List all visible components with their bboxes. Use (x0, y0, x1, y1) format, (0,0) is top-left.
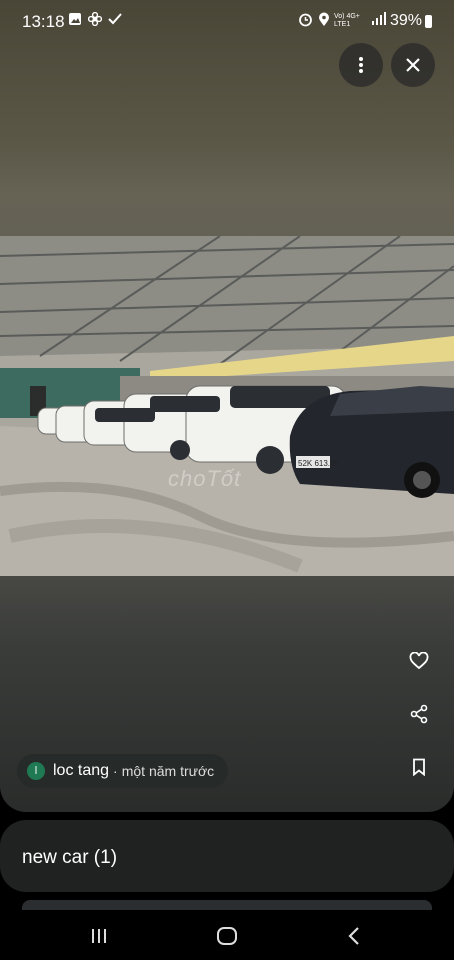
status-time: 13:18 (22, 12, 65, 31)
next-card-peek (22, 900, 432, 910)
album-title: new car (1) (22, 847, 118, 868)
license-plate: 52K 613.05 (298, 459, 339, 468)
separator-dot: · (113, 763, 118, 779)
battery-percent: 39% (389, 12, 422, 29)
fan-icon (87, 11, 103, 29)
more-vertical-icon (359, 57, 363, 73)
location-icon (318, 12, 330, 30)
close-icon (406, 58, 420, 72)
like-button[interactable] (406, 648, 432, 674)
author-chip[interactable]: l loc tang · một năm trước (17, 754, 229, 788)
home-button[interactable] (207, 920, 247, 952)
gallery-icon (68, 12, 82, 29)
home-icon (217, 927, 237, 945)
status-bar: 13:18 Vo) 4G+ LTE1 39% (0, 0, 454, 44)
volte-icon: Vo) 4G+ LTE1 (334, 13, 360, 28)
battery-icon (425, 15, 432, 28)
heart-icon (409, 652, 429, 670)
bookmark-icon (413, 758, 425, 776)
back-icon (348, 927, 359, 945)
close-button[interactable] (391, 43, 435, 87)
car-lot-photo[interactable]: 52K 613.05 (0, 236, 454, 576)
chotot-watermark: choTốt (168, 466, 242, 491)
posted-time: một năm trước (121, 763, 215, 779)
signal-icon (372, 12, 386, 28)
album-card[interactable]: new car (1) (0, 820, 454, 892)
recent-apps-button[interactable] (79, 920, 119, 952)
system-nav-bar (0, 912, 454, 960)
back-button[interactable] (334, 920, 374, 952)
author-name: loc tang (53, 762, 110, 779)
bookmark-button[interactable] (406, 754, 432, 780)
check-icon (108, 12, 122, 29)
recent-apps-icon (92, 929, 106, 943)
share-icon (410, 704, 428, 724)
avatar: l (27, 762, 45, 780)
image-viewer-card: 13:18 Vo) 4G+ LTE1 39% 52K 613.05 choTốt… (0, 0, 454, 812)
share-button[interactable] (406, 701, 432, 727)
alarm-icon (298, 12, 313, 30)
more-options-button[interactable] (339, 43, 383, 87)
